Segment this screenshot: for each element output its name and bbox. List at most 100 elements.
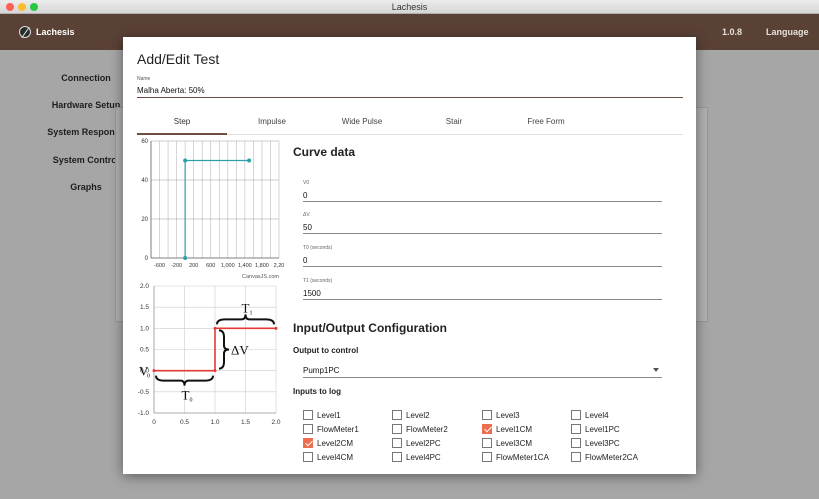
checked-checkbox-icon[interactable] (482, 424, 492, 434)
output-select-value: Pump1PC (303, 366, 340, 375)
dialog-title: Add/Edit Test (137, 51, 220, 67)
close-window-icon[interactable] (6, 3, 14, 11)
language-menu-button[interactable]: Language (766, 27, 809, 37)
checkbox-label: Level3PC (585, 438, 620, 448)
unchecked-checkbox-icon[interactable] (482, 452, 492, 462)
tab-step[interactable]: Step (137, 115, 227, 135)
t1-annotation: T (242, 300, 250, 315)
maximize-window-icon[interactable] (30, 3, 38, 11)
input-checkbox-level1pc[interactable]: Level1PC (571, 424, 620, 434)
input-checkbox-level3cm[interactable]: Level3CM (482, 438, 532, 448)
data-point (152, 369, 156, 373)
step-preview-chart: 0 20 40 60 -600 -200 200 600 1,000 1,400 1,800 2,20… (141, 139, 284, 280)
checkbox-label: FlowMeter1 (317, 424, 359, 434)
input-checkbox-level4[interactable]: Level4 (571, 410, 609, 420)
unchecked-checkbox-icon[interactable] (392, 424, 402, 434)
checkbox-label: Level2CM (317, 438, 354, 448)
unchecked-checkbox-icon[interactable] (303, 424, 313, 434)
input-checkbox-flowmeter2ca[interactable]: FlowMeter2CA (571, 452, 638, 462)
series-line (184, 159, 250, 258)
x-tick-label: 1.5 (241, 419, 250, 426)
canvasjs-credit: CanvasJS.com (242, 274, 279, 280)
checked-checkbox-icon[interactable] (303, 438, 313, 448)
input-checkbox-level2pc[interactable]: Level2PC (392, 438, 441, 448)
delta-v-input[interactable] (303, 222, 662, 234)
lachesis-logo-icon (19, 26, 31, 38)
input-checkbox-level4pc[interactable]: Level4PC (392, 452, 441, 462)
unchecked-checkbox-icon[interactable] (482, 410, 492, 420)
x-tick-label: 0.5 (180, 419, 189, 426)
x-tick-label: -200 (171, 263, 182, 269)
t1-subscript: 1 (250, 310, 253, 316)
unchecked-checkbox-icon[interactable] (392, 452, 402, 462)
input-checkbox-level1cm[interactable]: Level1CM (482, 424, 532, 434)
unchecked-checkbox-icon[interactable] (303, 452, 313, 462)
unchecked-checkbox-icon[interactable] (392, 438, 402, 448)
checkbox-label: Level3CM (496, 438, 533, 448)
unchecked-checkbox-icon[interactable] (571, 410, 581, 420)
y-tick-label: 1.5 (140, 304, 149, 311)
input-checkbox-flowmeter2[interactable]: FlowMeter2 (392, 424, 448, 434)
io-config-title: Input/Output Configuration (293, 321, 447, 335)
delta-v-label: ΔV (303, 212, 310, 218)
t0-input[interactable] (303, 255, 662, 267)
delta-v-annotation: ΔV (231, 343, 249, 358)
unchecked-checkbox-icon[interactable] (571, 452, 581, 462)
unchecked-checkbox-icon[interactable] (392, 410, 402, 420)
output-to-control-label: Output to control (293, 346, 359, 355)
y-tick-label: -0.5 (138, 389, 150, 396)
sidebar: Connection Hardware Setup System Respons… (0, 50, 125, 499)
checkbox-label: Level4CM (317, 452, 354, 462)
v0-label: V0 (303, 180, 310, 186)
v0-input[interactable] (303, 190, 662, 202)
x-tick-label: 600 (206, 263, 215, 269)
t0-subscript: 0 (190, 398, 193, 404)
input-checkbox-level2[interactable]: Level2 (392, 410, 430, 420)
v0-subscript: 0 (147, 374, 150, 380)
data-point (274, 326, 278, 330)
input-checkbox-level3pc[interactable]: Level3PC (571, 438, 620, 448)
y-tick-label: 40 (141, 178, 148, 184)
minimize-window-icon[interactable] (18, 3, 26, 11)
unchecked-checkbox-icon[interactable] (571, 424, 581, 434)
input-checkbox-level1[interactable]: Level1 (303, 410, 341, 420)
y-tick-label: 60 (141, 139, 148, 145)
brand[interactable]: Lachesis (19, 25, 75, 39)
checkbox-label: FlowMeter2 (406, 424, 448, 434)
y-tick-label: 1.0 (140, 325, 149, 332)
brand-name: Lachesis (36, 27, 75, 37)
tab-wide-pulse[interactable]: Wide Pulse (317, 115, 407, 135)
input-checkbox-level2cm[interactable]: Level2CM (303, 438, 353, 448)
t1-label: T1 (seconds) (303, 278, 333, 284)
input-checkbox-flowmeter1ca[interactable]: FlowMeter1CA (482, 452, 549, 462)
tab-free-form[interactable]: Free Form (501, 115, 591, 135)
unchecked-checkbox-icon[interactable] (303, 410, 313, 420)
checkbox-label: Level2PC (406, 438, 441, 448)
x-tick-label: 2.0 (271, 419, 280, 426)
data-point (213, 326, 217, 330)
unchecked-checkbox-icon[interactable] (482, 438, 492, 448)
unchecked-checkbox-icon[interactable] (571, 438, 581, 448)
input-checkbox-level3[interactable]: Level3 (482, 410, 520, 420)
tab-impulse[interactable]: Impulse (227, 115, 317, 135)
add-edit-test-dialog: Add/Edit Test Name Step Impulse Wide Pul… (123, 37, 696, 474)
version-label: 1.0.8 (722, 27, 743, 37)
t1-input[interactable] (303, 288, 662, 300)
x-tick-label: 1,800 (255, 263, 269, 269)
caret-down-icon (653, 368, 659, 372)
data-point (213, 369, 217, 373)
x-tick-label: 1,000 (221, 263, 235, 269)
curve-data-title: Curve data (293, 145, 356, 159)
checkbox-label: FlowMeter1CA (496, 452, 549, 462)
input-checkbox-level4cm[interactable]: Level4CM (303, 452, 353, 462)
y-tick-label: 0.5 (140, 347, 149, 354)
y-tick-label: 2.0 (140, 283, 149, 290)
output-select[interactable]: Pump1PC (303, 366, 662, 378)
data-point (183, 256, 188, 260)
tab-stair[interactable]: Stair (409, 115, 499, 135)
name-input[interactable] (137, 83, 683, 98)
input-checkbox-flowmeter1[interactable]: FlowMeter1 (303, 424, 359, 434)
checkbox-label: Level1PC (585, 424, 620, 434)
window-title: Lachesis (391, 2, 428, 12)
t0-annotation: T (182, 388, 190, 403)
